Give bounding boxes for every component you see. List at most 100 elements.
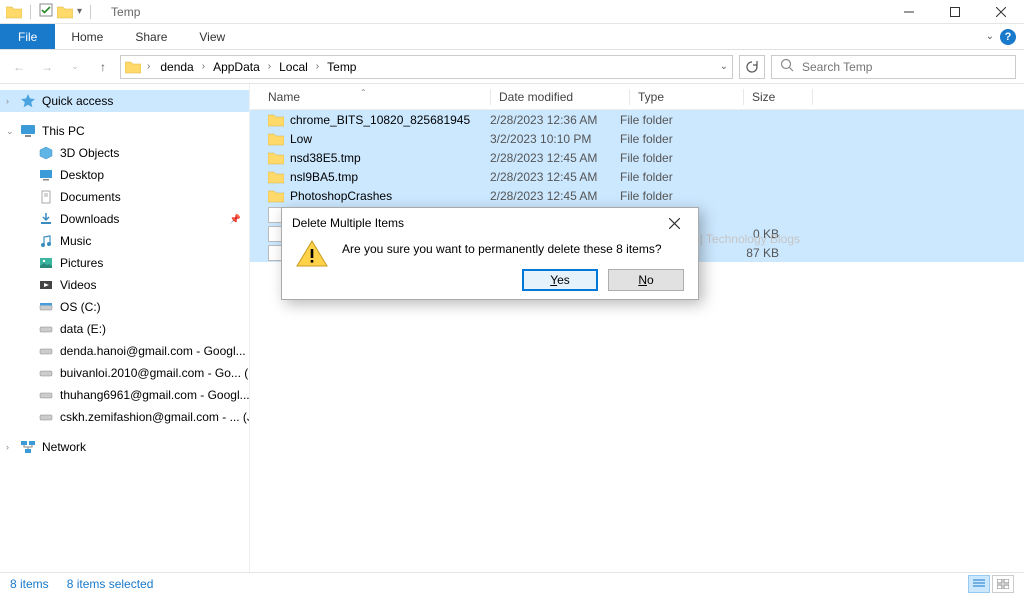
tab-file[interactable]: File — [0, 24, 55, 49]
crumb-2[interactable]: Local — [275, 58, 312, 76]
tab-view[interactable]: View — [183, 24, 241, 49]
pin-icon: 📌 — [230, 214, 241, 225]
folder-icon — [268, 151, 284, 165]
sidebar-item-drive-j[interactable]: cskh.zemifashion@gmail.com - ... (J:) — [0, 406, 249, 428]
file-type: File folder — [620, 189, 725, 203]
dialog-yes-button[interactable]: Yes — [522, 269, 598, 291]
address-bar[interactable]: › denda› AppData› Local› Temp ⌄ — [120, 55, 733, 79]
qat-dropdown-icon[interactable]: ▾ — [77, 6, 82, 17]
sidebar-item-label: Pictures — [60, 256, 103, 270]
sidebar-item-pictures[interactable]: Pictures — [0, 252, 249, 274]
sidebar-item-label: Documents — [60, 190, 121, 204]
sidebar-item-drive-h[interactable]: buivanloi.2010@gmail.com - Go... (H:) — [0, 362, 249, 384]
tab-share[interactable]: Share — [119, 24, 183, 49]
window-title: Temp — [111, 5, 140, 19]
sidebar-item-music[interactable]: Music — [0, 230, 249, 252]
sidebar-item-label: Network — [42, 440, 86, 454]
file-row[interactable]: nsd38E5.tmp2/28/2023 12:45 AMFile folder — [250, 148, 1024, 167]
column-size[interactable]: Size — [752, 90, 812, 104]
chevron-right-icon[interactable]: › — [145, 61, 152, 72]
chevron-right-icon[interactable]: › — [314, 61, 321, 72]
expand-caret-icon[interactable]: ⌄ — [6, 126, 14, 137]
sidebar-item-videos[interactable]: Videos — [0, 274, 249, 296]
folder-icon — [268, 132, 284, 146]
view-details-button[interactable] — [968, 575, 990, 593]
crumb-0[interactable]: denda — [156, 58, 197, 76]
sidebar-item-data-e[interactable]: data (E:) — [0, 318, 249, 340]
sidebar-item-label: This PC — [42, 124, 85, 138]
sidebar-item-label: denda.hanoi@gmail.com - Googl... (G:) — [60, 344, 249, 358]
refresh-button[interactable] — [739, 55, 765, 79]
monitor-icon — [20, 123, 36, 139]
file-row[interactable]: PhotoshopCrashes 2/28/2023 12:45 AMFile f… — [250, 186, 1024, 205]
chevron-right-icon[interactable]: › — [200, 61, 207, 72]
nav-back-button[interactable]: ← — [8, 56, 30, 78]
sidebar-item-downloads[interactable]: Downloads📌 — [0, 208, 249, 230]
drive-icon — [38, 409, 54, 425]
crumb-1[interactable]: AppData — [209, 58, 264, 76]
sidebar-item-label: 3D Objects — [60, 146, 119, 160]
file-row[interactable]: chrome_BITS_10820_8256819452/28/2023 12:… — [250, 110, 1024, 129]
nav-forward-button[interactable]: → — [36, 56, 58, 78]
file-date: 2/28/2023 12:45 AM — [490, 189, 620, 203]
status-item-count: 8 items — [10, 577, 49, 591]
app-folder-icon — [6, 5, 22, 19]
status-selected-count: 8 items selected — [67, 577, 154, 591]
column-type[interactable]: Type — [638, 90, 743, 104]
crumb-3[interactable]: Temp — [323, 58, 360, 76]
navigation-pane: › Quick access ⌄ This PC 3D Objects Desk… — [0, 84, 250, 572]
file-name: nsl9BA5.tmp — [290, 170, 358, 184]
sidebar-item-drive-g[interactable]: denda.hanoi@gmail.com - Googl... (G:) — [0, 340, 249, 362]
file-date: 2/28/2023 12:45 AM — [490, 170, 620, 184]
expand-caret-icon[interactable]: › — [6, 96, 9, 106]
ribbon-collapse-icon[interactable]: ⌄ — [986, 31, 994, 42]
sidebar-item-drive-i[interactable]: thuhang6961@gmail.com - Googl... (I:) — [0, 384, 249, 406]
sidebar-item-label: Quick access — [42, 94, 113, 108]
qat-properties-icon[interactable] — [39, 3, 53, 20]
column-name[interactable]: Name⌃ — [260, 90, 490, 104]
sidebar-item-label: thuhang6961@gmail.com - Googl... (I:) — [60, 388, 249, 402]
dialog-no-button[interactable]: No — [608, 269, 684, 291]
folder-icon — [268, 189, 284, 203]
star-icon — [20, 93, 36, 109]
sidebar-item-3d-objects[interactable]: 3D Objects — [0, 142, 249, 164]
sidebar-quick-access[interactable]: › Quick access — [0, 90, 249, 112]
sidebar-network[interactable]: › Network — [0, 436, 249, 458]
minimize-button[interactable] — [886, 0, 932, 24]
picture-icon — [38, 255, 54, 271]
file-type: File folder — [620, 170, 725, 184]
file-name: PhotoshopCrashes — [290, 189, 392, 203]
address-dropdown-icon[interactable]: ⌄ — [720, 61, 728, 72]
nav-recent-dropdown[interactable]: ⌄ — [64, 56, 86, 78]
chevron-right-icon[interactable]: › — [266, 61, 273, 72]
sidebar-item-documents[interactable]: Documents — [0, 186, 249, 208]
nav-up-button[interactable]: ↑ — [92, 56, 114, 78]
dialog-title: Delete Multiple Items — [292, 216, 404, 230]
maximize-button[interactable] — [932, 0, 978, 24]
sidebar-this-pc[interactable]: ⌄ This PC — [0, 120, 249, 142]
file-row[interactable]: Low3/2/2023 10:10 PMFile folder — [250, 129, 1024, 148]
view-large-icons-button[interactable] — [992, 575, 1014, 593]
search-box[interactable] — [771, 55, 1016, 79]
search-input[interactable] — [802, 60, 1007, 74]
qat-folder-icon[interactable] — [57, 5, 73, 19]
file-icon — [268, 245, 282, 261]
title-bar: ▾ Temp — [0, 0, 1024, 24]
file-type: File folder — [620, 113, 725, 127]
column-date[interactable]: Date modified — [499, 90, 629, 104]
ribbon-tabs: File Home Share View ⌄ ? — [0, 24, 1024, 50]
sidebar-item-os-c[interactable]: OS (C:) — [0, 296, 249, 318]
cube-icon — [38, 145, 54, 161]
folder-icon — [268, 113, 284, 127]
help-icon[interactable]: ? — [1000, 29, 1016, 45]
search-icon — [780, 58, 794, 75]
close-button[interactable] — [978, 0, 1024, 24]
network-icon — [20, 439, 36, 455]
expand-caret-icon[interactable]: › — [6, 442, 9, 452]
tab-home[interactable]: Home — [55, 24, 119, 49]
dialog-close-button[interactable] — [660, 212, 688, 234]
breadcrumbs: denda› AppData› Local› Temp — [156, 58, 360, 76]
sidebar-item-desktop[interactable]: Desktop — [0, 164, 249, 186]
file-row[interactable]: nsl9BA5.tmp 2/28/2023 12:45 AMFile folder — [250, 167, 1024, 186]
file-date: 2/28/2023 12:45 AM — [490, 151, 620, 165]
